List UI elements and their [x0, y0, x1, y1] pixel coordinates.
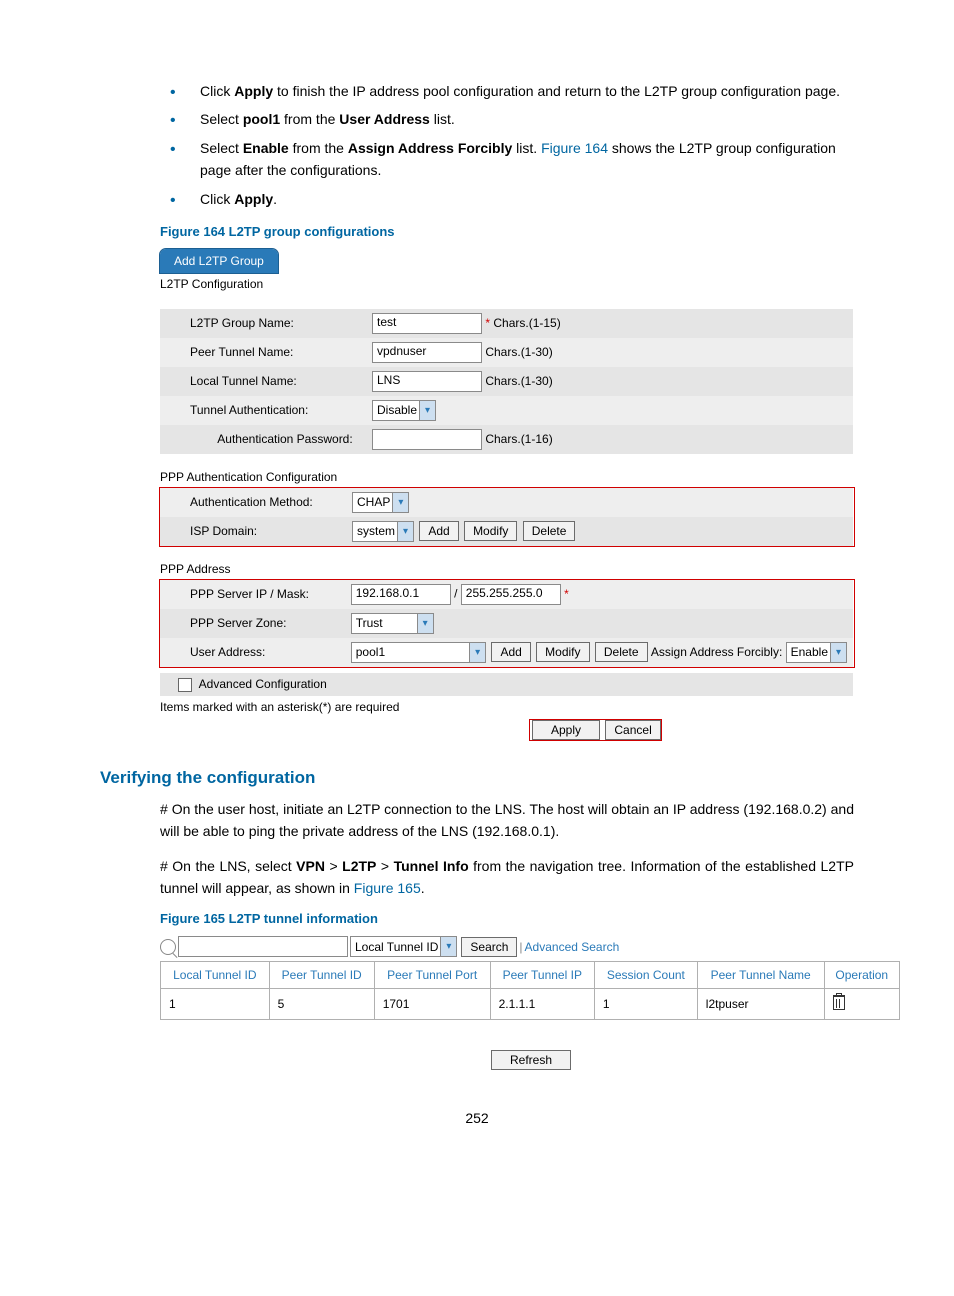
search-field-select[interactable]: Local Tunnel ID▾ [350, 936, 457, 957]
cancel-button[interactable]: Cancel [605, 720, 660, 740]
useraddr-add-button[interactable]: Add [491, 642, 530, 662]
ppp-auth-table: Authentication Method: CHAP▾ ISP Domain:… [160, 488, 853, 546]
user-address-label: User Address: [160, 638, 345, 667]
required-footnote: Items marked with an asterisk(*) are req… [160, 700, 854, 714]
section-l2tp-config: L2TP Configuration [160, 273, 854, 295]
auth-method-select[interactable]: CHAP▾ [352, 492, 409, 513]
peer-tunnel-label: Peer Tunnel Name: [160, 338, 366, 367]
chevron-down-icon: ▾ [469, 643, 485, 662]
section-ppp-auth: PPP Authentication Configuration [160, 466, 854, 488]
useraddr-modify-button[interactable]: Modify [536, 642, 589, 662]
chevron-down-icon: ▾ [419, 401, 435, 420]
isp-domain-label: ISP Domain: [160, 517, 346, 546]
col-local-tunnel-id[interactable]: Local Tunnel ID [161, 962, 270, 989]
section-ppp-address: PPP Address [160, 558, 854, 580]
col-peer-tunnel-port[interactable]: Peer Tunnel Port [374, 962, 490, 989]
figure165: Local Tunnel ID▾ Search | Advanced Searc… [160, 936, 900, 1070]
assign-forcibly-label: Assign Address Forcibly: [651, 645, 782, 659]
ppp-address-table: PPP Server IP / Mask: 192.168.0.1 / 255.… [160, 580, 853, 667]
list-item: Select pool1 from the User Address list. [160, 108, 854, 130]
auth-pw-input[interactable] [372, 429, 482, 450]
local-tunnel-label: Local Tunnel Name: [160, 367, 366, 396]
server-zone-label: PPP Server Zone: [160, 609, 345, 638]
link-figure165[interactable]: Figure 165 [354, 880, 421, 896]
isp-delete-button[interactable]: Delete [523, 521, 576, 541]
verifying-heading: Verifying the configuration [100, 768, 854, 788]
refresh-button[interactable]: Refresh [491, 1050, 571, 1070]
server-zone-select[interactable]: Trust▾ [351, 613, 434, 634]
isp-add-button[interactable]: Add [419, 521, 458, 541]
col-peer-tunnel-name[interactable]: Peer Tunnel Name [697, 962, 824, 989]
verify-p1: # On the user host, initiate an L2TP con… [160, 798, 854, 843]
group-name-input[interactable]: test [372, 313, 482, 334]
list-item: Click Apply to finish the IP address poo… [160, 80, 854, 102]
col-operation: Operation [824, 962, 900, 989]
apply-button[interactable]: Apply [532, 720, 600, 740]
instruction-list: Click Apply to finish the IP address poo… [160, 80, 854, 210]
tunnel-auth-label: Tunnel Authentication: [160, 396, 366, 425]
tunnel-info-table: Local Tunnel ID Peer Tunnel ID Peer Tunn… [160, 961, 900, 1020]
page-number: 252 [100, 1110, 854, 1126]
advanced-config-checkbox[interactable] [178, 678, 192, 692]
tunnel-auth-select[interactable]: Disable▾ [372, 400, 436, 421]
verify-p2: # On the LNS, select VPN > L2TP > Tunnel… [160, 855, 854, 900]
table-row: 1 5 1701 2.1.1.1 1 l2tpuser [161, 989, 900, 1020]
useraddr-delete-button[interactable]: Delete [595, 642, 648, 662]
user-address-select[interactable]: pool1▾ [351, 642, 486, 663]
link-figure164[interactable]: Figure 164 [541, 140, 608, 156]
col-peer-tunnel-ip[interactable]: Peer Tunnel IP [490, 962, 594, 989]
search-button[interactable]: Search [461, 937, 517, 957]
delete-icon[interactable] [833, 995, 845, 1010]
chevron-down-icon: ▾ [440, 937, 456, 956]
isp-modify-button[interactable]: Modify [464, 521, 517, 541]
figure164-caption: Figure 164 L2TP group configurations [160, 224, 854, 239]
l2tp-config-table: L2TP Group Name: test * Chars.(1-15) Pee… [160, 309, 853, 454]
chevron-down-icon: ▾ [417, 614, 433, 633]
chevron-down-icon: ▾ [830, 643, 846, 662]
server-ip-label: PPP Server IP / Mask: [160, 580, 345, 609]
auth-pw-label: Authentication Password: [160, 425, 366, 454]
tab-add-l2tp-group[interactable]: Add L2TP Group [160, 249, 278, 273]
figure164: Add L2TP Group L2TP Configuration L2TP G… [160, 249, 854, 740]
advanced-search-link[interactable]: Advanced Search [525, 940, 620, 954]
group-name-label: L2TP Group Name: [160, 309, 366, 338]
advanced-config-label: Advanced Configuration [199, 677, 327, 691]
chevron-down-icon: ▾ [397, 522, 413, 541]
server-ip-input[interactable]: 192.168.0.1 [351, 584, 451, 605]
auth-method-label: Authentication Method: [160, 488, 346, 517]
list-item: Click Apply. [160, 188, 854, 210]
isp-domain-select[interactable]: system▾ [352, 521, 414, 542]
server-mask-input[interactable]: 255.255.255.0 [461, 584, 561, 605]
col-peer-tunnel-id[interactable]: Peer Tunnel ID [269, 962, 374, 989]
peer-tunnel-input[interactable]: vpdnuser [372, 342, 482, 363]
assign-forcibly-select[interactable]: Enable▾ [786, 642, 847, 663]
local-tunnel-input[interactable]: LNS [372, 371, 482, 392]
chevron-down-icon: ▾ [392, 493, 408, 512]
col-session-count[interactable]: Session Count [594, 962, 697, 989]
search-icon [160, 939, 176, 955]
list-item: Select Enable from the Assign Address Fo… [160, 137, 854, 182]
figure165-caption: Figure 165 L2TP tunnel information [160, 911, 854, 926]
